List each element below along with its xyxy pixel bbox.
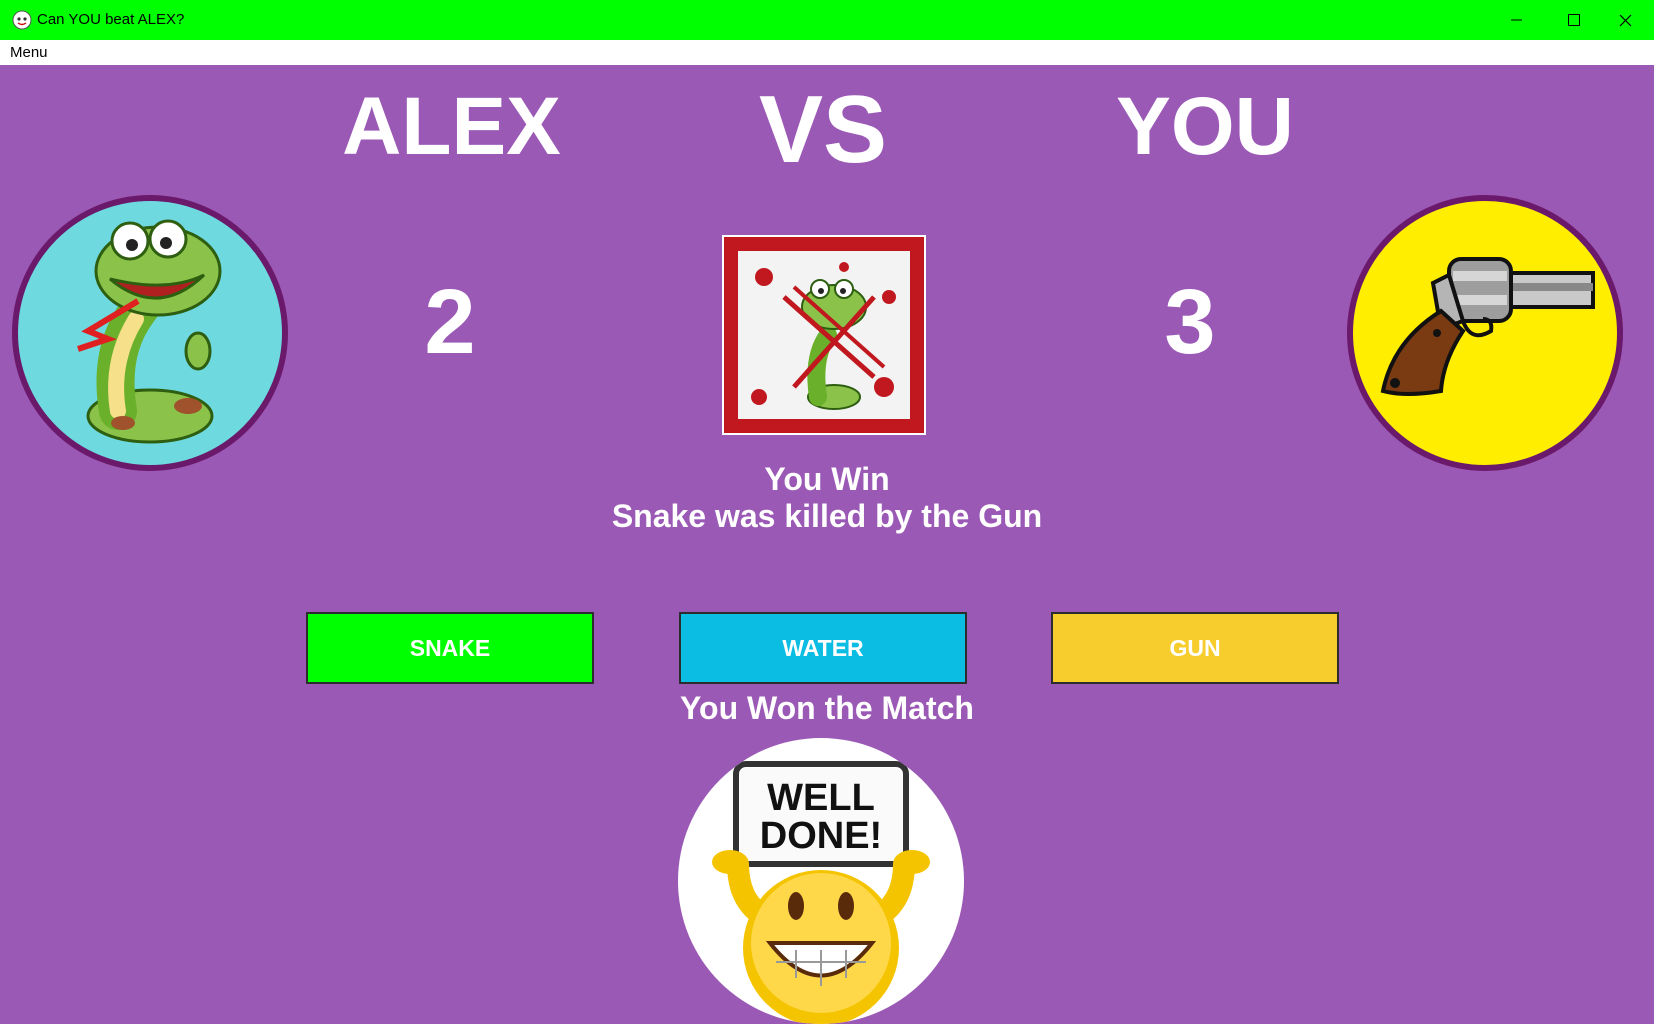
snake-icon (77, 219, 222, 444)
you-score: 3 (1164, 271, 1216, 373)
minimize-button[interactable] (1487, 0, 1545, 40)
you-heading: YOU (1116, 81, 1294, 172)
menu-bar: Menu (0, 40, 1654, 65)
match-result-text: You Won the Match (680, 690, 974, 726)
alex-heading: ALEX (342, 81, 561, 172)
result-image (722, 235, 926, 435)
title-bar: Can YOU beat ALEX? (0, 0, 1654, 40)
round-result-detail: Snake was killed by the Gun (611, 498, 1043, 534)
maximize-button[interactable] (1545, 0, 1603, 40)
sign-text-line1: WELL (767, 777, 875, 819)
close-button[interactable] (1596, 0, 1654, 40)
alex-choice-image (12, 195, 288, 471)
gun-button[interactable]: GUN (1051, 612, 1339, 684)
game-area: ALEX VS YOU 2 3 You Win Snake was killed… (0, 65, 1654, 1024)
window-title: Can YOU beat ALEX? (37, 11, 185, 28)
minimize-icon (1511, 19, 1522, 21)
well-done-emoji-icon: WELL DONE! (712, 761, 930, 1024)
close-icon (1619, 14, 1632, 27)
snake-killed-icon (724, 237, 924, 433)
alex-score: 2 (424, 271, 476, 373)
round-result-text: You Win (764, 461, 890, 497)
maximize-icon (1568, 14, 1580, 26)
water-button[interactable]: WATER (679, 612, 967, 684)
you-choice-image (1347, 195, 1623, 471)
menu-item-menu[interactable]: Menu (10, 44, 48, 61)
celebration-image: WELL DONE! (678, 738, 964, 1024)
app-logo-icon (12, 10, 32, 30)
snake-button[interactable]: SNAKE (306, 612, 594, 684)
gun-icon (1380, 257, 1595, 396)
vs-heading: VS (758, 76, 888, 183)
sign-text-line2: DONE! (760, 815, 882, 857)
